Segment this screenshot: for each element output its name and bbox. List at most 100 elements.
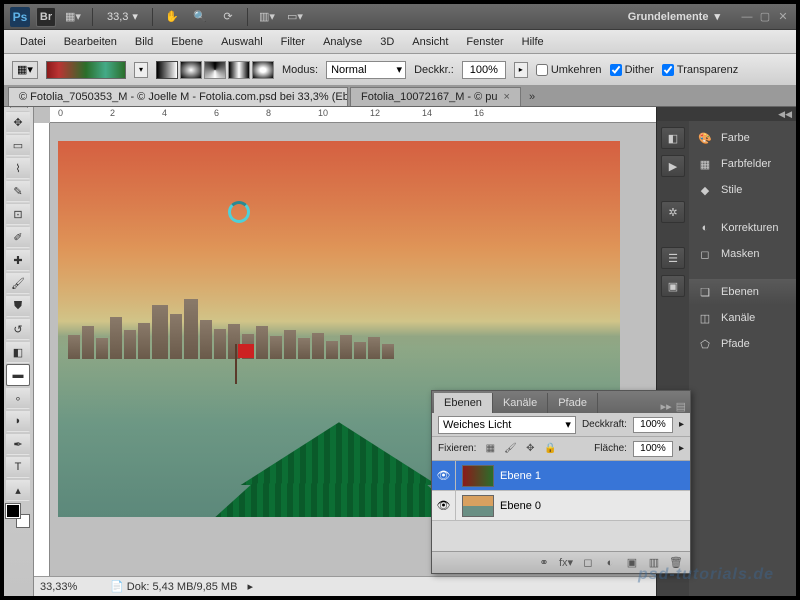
layer-fill-input[interactable] [633,441,673,457]
healing-tool[interactable]: ✚ [6,249,30,271]
menu-bearbeiten[interactable]: Bearbeiten [56,32,125,52]
layer-opacity-input[interactable] [633,417,673,433]
layer-fx-icon[interactable]: fx▾ [558,555,574,571]
status-arrow-icon[interactable]: ▸ [247,580,253,593]
visibility-toggle-icon[interactable]: 👁 [432,461,456,490]
eraser-tool[interactable]: ◧ [6,341,30,363]
panel-pfade[interactable]: ⬠Pfade [689,331,796,357]
path-select-tool[interactable]: ▴ [6,479,30,501]
link-layers-icon[interactable]: ⚭ [536,555,552,571]
layer-row[interactable]: 👁 Ebene 0 [432,491,690,521]
fill-slider-icon[interactable]: ▸ [679,443,684,454]
gradient-preview[interactable] [46,61,126,79]
menu-filter[interactable]: Filter [273,32,313,52]
linear-gradient-button[interactable] [156,61,178,79]
zoom-level-select[interactable]: 33,3 ▾ [101,8,144,25]
history-icon[interactable]: ☰ [661,247,685,269]
quick-select-tool[interactable]: ✎ [6,180,30,202]
panel-ebenen[interactable]: ❏Ebenen [689,279,796,305]
gradient-tool[interactable]: ▬ [6,364,30,386]
layer-mask-icon[interactable]: ◻ [580,555,596,571]
opacity-slider-icon[interactable]: ▸ [679,419,684,430]
menu-analyse[interactable]: Analyse [315,32,370,52]
histogram-icon[interactable]: ▶ [661,155,685,177]
layers-tab-kanaele[interactable]: Kanäle [493,393,548,413]
type-tool[interactable]: T [6,456,30,478]
menu-ebene[interactable]: Ebene [163,32,211,52]
layers-tab-ebenen[interactable]: Ebenen [434,393,493,413]
wheel-icon[interactable]: ✲ [661,201,685,223]
radial-gradient-button[interactable] [180,61,202,79]
reverse-checkbox[interactable]: Umkehren [536,64,602,76]
tab-overflow-button[interactable]: » [523,88,541,106]
hand-tool-shortcut[interactable]: ✋ [161,7,183,27]
document-tab-active[interactable]: © Fotolia_7050353_M - © Joelle M - Fotol… [8,87,348,106]
navigator-icon[interactable]: ◧ [661,127,685,149]
gradient-picker-arrow[interactable]: ▾ [134,62,148,78]
panel-kanaele[interactable]: ◫Kanäle [689,305,796,331]
menu-3d[interactable]: 3D [372,32,402,52]
layer-thumbnail[interactable] [462,495,494,517]
menu-fenster[interactable]: Fenster [458,32,511,52]
layers-tab-pfade[interactable]: Pfade [548,393,598,413]
lock-transparency-icon[interactable]: ▦ [482,441,498,457]
dodge-tool[interactable]: ◗ [6,410,30,432]
panel-korrekturen[interactable]: ◐Korrekturen [689,215,796,241]
panel-stile[interactable]: ◆Stile [689,177,796,203]
stamp-tool[interactable]: ⛊ [6,295,30,317]
blur-tool[interactable]: ∘ [6,387,30,409]
screen-mode-button[interactable]: ▭▾ [284,7,306,27]
close-tab-icon[interactable]: × [504,91,510,103]
menu-bild[interactable]: Bild [127,32,161,52]
menu-auswahl[interactable]: Auswahl [213,32,271,52]
bridge-button[interactable]: Br [36,7,56,27]
brush-tool[interactable]: 🖌 [6,272,30,294]
status-zoom[interactable]: 33,33% [40,581,100,593]
history-brush-tool[interactable]: ↺ [6,318,30,340]
panel-farbfelder[interactable]: ▦Farbfelder [689,151,796,177]
document-tab[interactable]: Fotolia_10072167_M - © pu× [350,87,521,106]
lasso-tool[interactable]: ⌇ [6,157,30,179]
menu-hilfe[interactable]: Hilfe [514,32,552,52]
angle-gradient-button[interactable] [204,61,226,79]
eyedropper-tool[interactable]: ✐ [6,226,30,248]
layer-thumbnail[interactable] [462,465,494,487]
panel-menu-icon[interactable]: ▤ [676,400,686,413]
adjustment-layer-icon[interactable]: ◐ [602,555,618,571]
transparency-checkbox[interactable]: Transparenz [662,64,738,76]
lock-position-icon[interactable]: ✥ [522,441,538,457]
status-document-size[interactable]: 📄 Dok: 5,43 MB/9,85 MB [110,580,237,593]
rotate-view-shortcut[interactable]: ⟳ [217,7,239,27]
reflected-gradient-button[interactable] [228,61,250,79]
arrange-documents-button[interactable]: ▥▾ [256,7,278,27]
vertical-ruler[interactable] [34,123,50,576]
visibility-toggle-icon[interactable]: 👁 [432,491,456,520]
blend-mode-select[interactable]: Weiches Licht▾ [438,416,576,434]
menu-datei[interactable]: Datei [12,32,54,52]
lock-all-icon[interactable]: 🔒 [542,441,558,457]
close-button[interactable]: ✕ [776,10,790,24]
layer-name[interactable]: Ebene 1 [500,470,690,482]
opacity-input[interactable] [462,61,506,79]
panel-masken[interactable]: ◻Masken [689,241,796,267]
workspace-switcher[interactable]: Grundelemente ▾ [622,10,726,23]
opacity-arrow[interactable]: ▸ [514,62,528,78]
marquee-tool[interactable]: ▭ [6,134,30,156]
menu-ansicht[interactable]: Ansicht [404,32,456,52]
collapse-dock-icon[interactable]: ◀◀ [778,109,792,120]
blend-mode-select[interactable]: Normal▾ [326,61,406,79]
crop-tool[interactable]: ⊡ [6,203,30,225]
diamond-gradient-button[interactable] [252,61,274,79]
actions-icon[interactable]: ▣ [661,275,685,297]
dither-checkbox[interactable]: Dither [610,64,654,76]
gradient-tool-preset[interactable]: ▦▾ [12,61,38,79]
panel-collapse-icon[interactable]: ▸▸ [661,400,672,413]
move-tool[interactable]: ✥ [6,111,30,133]
minimize-button[interactable]: — [740,10,754,24]
lock-pixels-icon[interactable]: 🖌 [502,441,518,457]
view-extras-button[interactable]: ▦▾ [62,7,84,27]
maximize-button[interactable]: ▢ [758,10,772,24]
layer-row[interactable]: 👁 Ebene 1 [432,461,690,491]
pen-tool[interactable]: ✒ [6,433,30,455]
layer-name[interactable]: Ebene 0 [500,500,690,512]
